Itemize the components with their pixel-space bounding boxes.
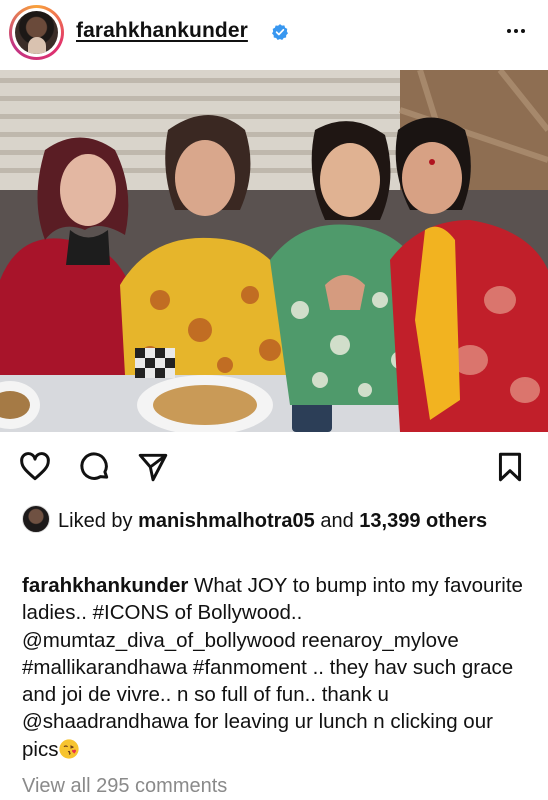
post-username[interactable]: farahkhankunder <box>76 19 248 43</box>
more-options-icon[interactable] <box>502 20 530 42</box>
view-all-comments-link[interactable]: View all 295 comments <box>22 775 227 798</box>
profile-avatar[interactable] <box>9 5 64 60</box>
post-caption: farahkhankunder What JOY to bump into my… <box>22 572 534 763</box>
avatar-image <box>15 11 58 54</box>
verified-badge-icon <box>272 24 288 40</box>
bookmark-icon[interactable] <box>493 450 527 484</box>
likes-others[interactable]: others <box>426 510 487 532</box>
kissing-face-emoji <box>59 739 80 759</box>
post-photo[interactable] <box>0 70 548 432</box>
heart-icon[interactable] <box>18 450 52 484</box>
like-count[interactable]: 13,399 <box>359 510 420 532</box>
caption-username[interactable]: farahkhankunder <box>22 574 188 597</box>
liked-by-text[interactable]: Liked by manishmalhotra05 and 13,399 oth… <box>22 505 532 536</box>
post-header: farahkhankunder <box>0 0 548 66</box>
caption-text: What JOY to bump into my favourite ladie… <box>22 574 523 761</box>
action-bar <box>0 442 548 490</box>
group-photo-image <box>0 70 548 432</box>
comment-icon[interactable] <box>78 450 112 484</box>
liker-username[interactable]: manishmalhotra05 <box>138 510 315 532</box>
send-icon[interactable] <box>136 450 170 484</box>
liker-avatar <box>22 505 50 533</box>
